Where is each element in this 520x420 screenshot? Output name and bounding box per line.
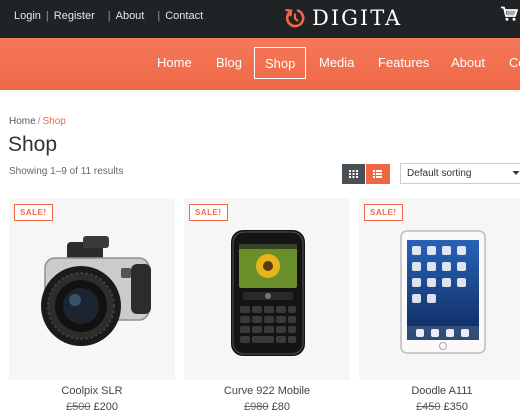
product-name[interactable]: Curve 922 Mobile bbox=[184, 385, 350, 397]
breadcrumb-home[interactable]: Home bbox=[9, 116, 36, 127]
breadcrumb-separator: / bbox=[37, 116, 41, 127]
product-name[interactable]: Doodle A111 bbox=[359, 385, 520, 397]
contact-link[interactable]: Contact bbox=[165, 10, 203, 22]
grid-view-icon bbox=[349, 170, 358, 178]
sale-badge: SALE! bbox=[364, 204, 403, 221]
sale-badge: SALE! bbox=[14, 204, 53, 221]
breadcrumb: Home / Shop bbox=[9, 116, 66, 127]
main-navigation: Home Blog Shop Media Features About Co bbox=[0, 38, 520, 90]
result-count: Showing 1–9 of 11 results bbox=[9, 166, 124, 177]
site-logo[interactable]: DIGITA bbox=[284, 4, 402, 32]
link-separator: | bbox=[157, 10, 161, 22]
product-price: £500 £200 bbox=[9, 401, 175, 413]
link-separator: | bbox=[45, 10, 49, 22]
camera-image bbox=[41, 236, 151, 346]
page-title: Shop bbox=[8, 133, 58, 156]
login-link[interactable]: Login bbox=[14, 10, 41, 22]
sale-price: £200 bbox=[93, 401, 119, 413]
nav-item-contact[interactable]: Co bbox=[509, 47, 520, 79]
chevron-down-icon bbox=[512, 171, 520, 175]
phone-image bbox=[231, 230, 305, 356]
top-bar: Login | Register | About | Contact DIGIT… bbox=[0, 0, 520, 38]
breadcrumb-current: Shop bbox=[42, 116, 66, 127]
tablet-image bbox=[400, 230, 486, 354]
nav-item-media[interactable]: Media bbox=[319, 47, 354, 79]
old-price: £980 bbox=[244, 401, 269, 413]
grid-view-button[interactable] bbox=[342, 164, 365, 184]
old-price: £450 bbox=[415, 401, 441, 413]
logo-text: DIGITA bbox=[312, 6, 403, 30]
link-separator: | bbox=[107, 10, 111, 22]
nav-item-home[interactable]: Home bbox=[157, 47, 192, 79]
product-card[interactable]: SALE! bbox=[9, 198, 175, 380]
list-view-icon bbox=[373, 170, 382, 178]
product-card[interactable]: SALE! bbox=[359, 198, 520, 380]
sale-badge: SALE! bbox=[189, 204, 228, 221]
old-price: £500 bbox=[65, 401, 91, 413]
cart-icon[interactable] bbox=[500, 6, 518, 22]
product-price: £980 £80 bbox=[184, 401, 350, 413]
product-card[interactable]: SALE! bbox=[184, 198, 350, 380]
nav-item-shop[interactable]: Shop bbox=[254, 47, 307, 79]
list-view-button[interactable] bbox=[366, 164, 390, 184]
sale-price: £80 bbox=[271, 401, 290, 413]
nav-item-about[interactable]: About bbox=[451, 47, 485, 79]
logo-icon bbox=[285, 9, 305, 28]
account-links: Login | Register | About | Contact bbox=[14, 10, 203, 22]
product-price: £450 £350 bbox=[359, 401, 520, 413]
sorting-select[interactable]: Default sorting bbox=[400, 163, 520, 184]
nav-item-features[interactable]: Features bbox=[378, 47, 429, 79]
about-link[interactable]: About bbox=[116, 10, 145, 22]
register-link[interactable]: Register bbox=[54, 10, 95, 22]
product-name[interactable]: Coolpix SLR bbox=[9, 385, 175, 397]
sale-price: £350 bbox=[443, 401, 469, 413]
nav-item-blog[interactable]: Blog bbox=[216, 47, 242, 79]
